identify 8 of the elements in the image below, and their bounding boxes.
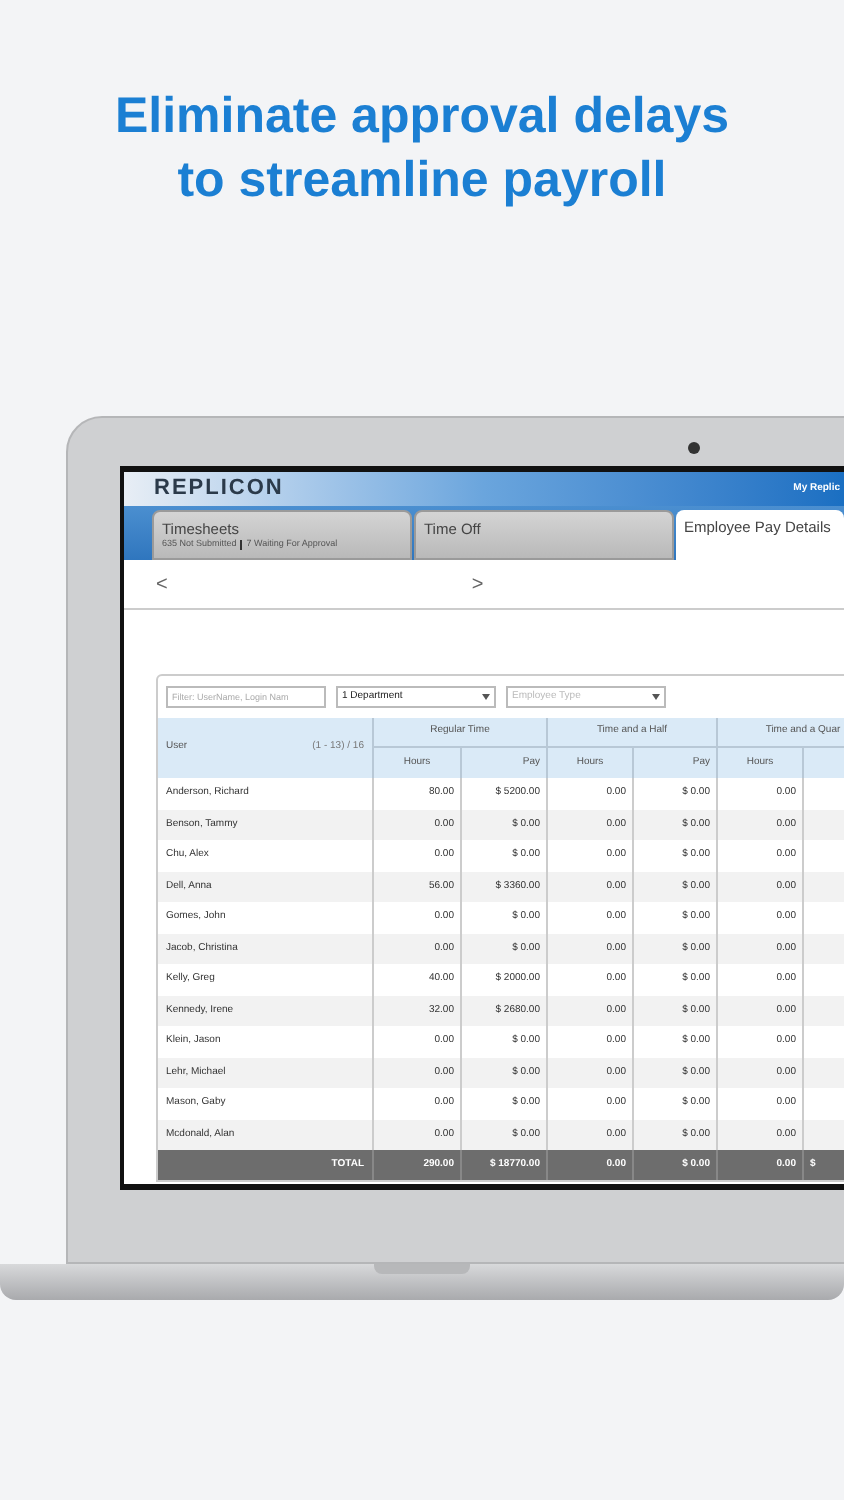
next-button[interactable]: > xyxy=(471,569,484,599)
headline: to streamline payroll xyxy=(177,150,667,212)
camera-icon xyxy=(688,442,700,454)
previous-button[interactable]: < xyxy=(156,569,168,599)
caret-icon xyxy=(652,694,660,700)
caret-icon xyxy=(482,694,490,700)
logo: REPLICON xyxy=(154,474,284,505)
headline: Eliminate approval delays xyxy=(114,86,730,148)
